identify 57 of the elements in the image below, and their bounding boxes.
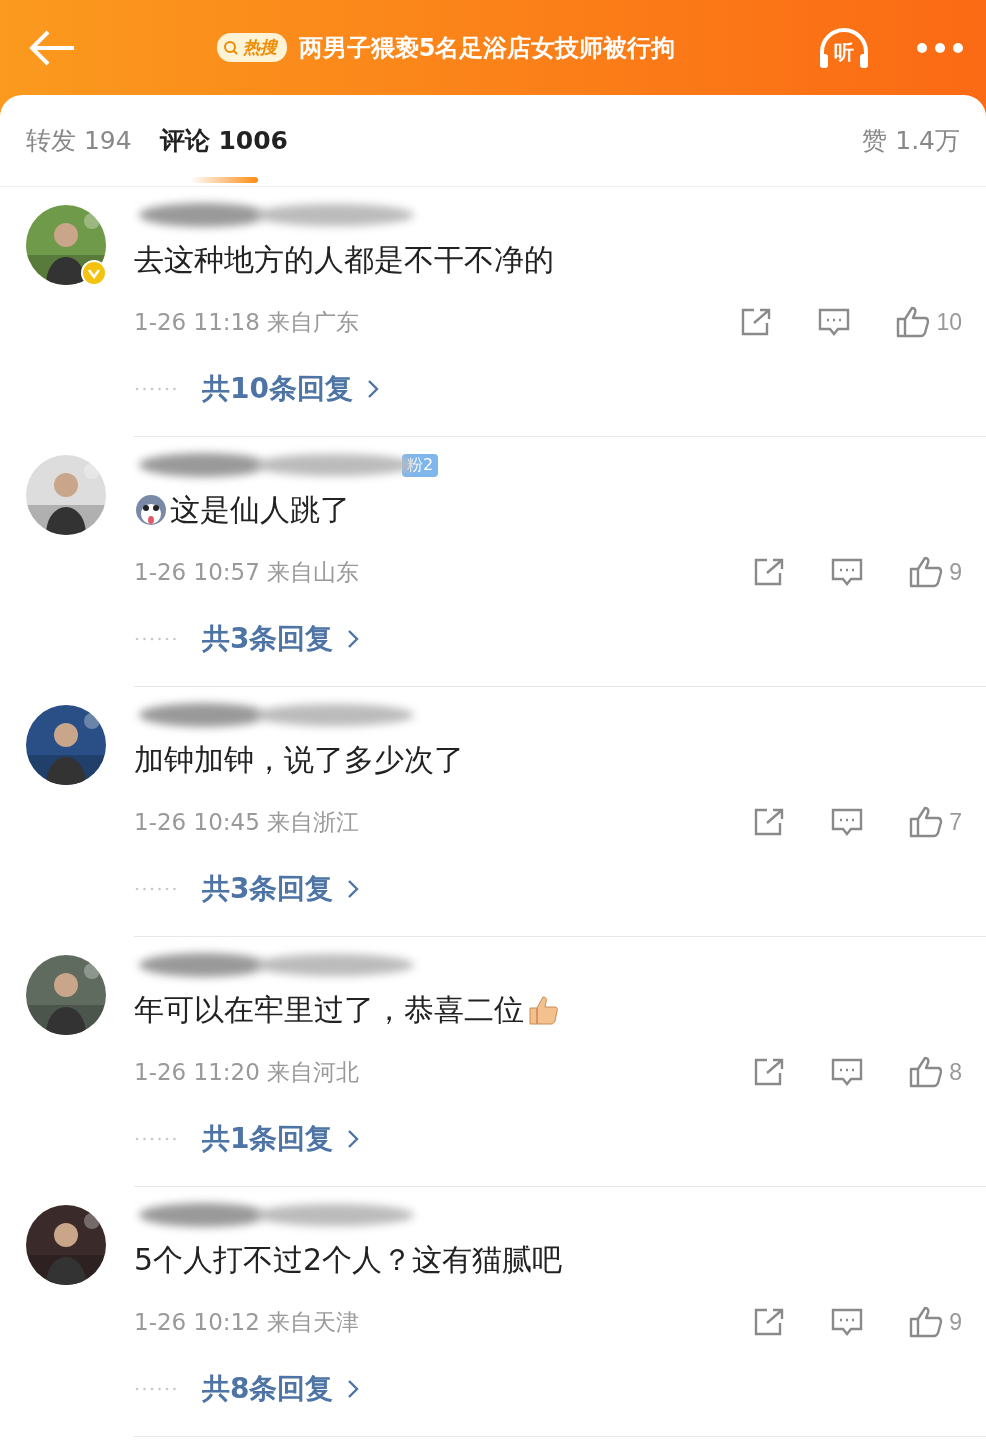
comment-text: 5个人打不过2个人？这有猫腻吧 bbox=[134, 1240, 564, 1279]
more-icon bbox=[916, 41, 964, 54]
share-icon[interactable] bbox=[753, 807, 786, 837]
fan-badge: 粉2 bbox=[402, 453, 439, 477]
share-icon[interactable] bbox=[740, 307, 773, 337]
dotted-line bbox=[134, 1137, 178, 1141]
dotted-line bbox=[134, 887, 178, 891]
share-icon[interactable] bbox=[753, 1057, 786, 1087]
thumbs-up-icon bbox=[909, 1056, 944, 1088]
comment-meta: 1-26 10:45 来自浙江 bbox=[134, 807, 360, 837]
replies-link[interactable]: 共3条回复 bbox=[202, 870, 360, 908]
comment-icon[interactable] bbox=[831, 1057, 864, 1087]
replies-link[interactable]: 共3条回复 bbox=[202, 620, 360, 658]
comment-icon[interactable] bbox=[831, 807, 864, 837]
share-icon[interactable] bbox=[753, 557, 786, 587]
tab[interactable]: 转发 194 bbox=[26, 94, 132, 187]
thumbs-up-icon bbox=[909, 1306, 944, 1338]
topic-title: 两男子猥亵5名足浴店女技师被行拘 bbox=[298, 32, 676, 64]
comment-meta: 1-26 11:18 来自广东 bbox=[134, 307, 360, 337]
likes-count: 赞 1.4万 bbox=[862, 125, 960, 157]
thumbs-up-icon bbox=[909, 806, 944, 838]
dotted-line bbox=[134, 1387, 178, 1391]
tab[interactable]: 评论 1006 bbox=[159, 94, 288, 187]
share-icon[interactable] bbox=[753, 1307, 786, 1337]
chevron-right-icon bbox=[347, 629, 360, 649]
comment-text: 去这种地方的人都是不干不净的 bbox=[134, 240, 555, 279]
like-button[interactable]: 9 bbox=[909, 1306, 962, 1338]
comment-icon[interactable] bbox=[831, 1307, 864, 1337]
thumbs-up-icon bbox=[909, 556, 944, 588]
chevron-right-icon bbox=[347, 879, 360, 899]
comment-meta: 1-26 11:20 来自河北 bbox=[134, 1057, 360, 1087]
replies-link[interactable]: 共1条回复 bbox=[202, 1120, 360, 1158]
replies-link[interactable]: 共10条回复 bbox=[202, 370, 379, 408]
like-button[interactable]: 8 bbox=[909, 1056, 962, 1088]
hot-search-badge[interactable]: 热搜 bbox=[216, 33, 287, 62]
comment-meta: 1-26 10:57 来自山东 bbox=[134, 557, 360, 587]
comment-text: 加钟加钟，说了多少次了 bbox=[134, 740, 465, 779]
dotted-line bbox=[134, 637, 178, 641]
chevron-right-icon bbox=[366, 379, 379, 399]
more-button[interactable] bbox=[916, 41, 964, 54]
comment-text: 这是仙人跳了 bbox=[134, 485, 962, 535]
comment-icon[interactable] bbox=[831, 557, 864, 587]
comment-meta: 1-26 10:12 来自天津 bbox=[134, 1307, 360, 1337]
like-button[interactable]: 9 bbox=[909, 556, 962, 588]
thumbs-up-icon bbox=[896, 306, 931, 338]
comment-icon[interactable] bbox=[818, 307, 851, 337]
back-button[interactable] bbox=[28, 29, 76, 66]
replies-link[interactable]: 共8条回复 bbox=[202, 1370, 360, 1408]
like-button[interactable]: 10 bbox=[896, 306, 962, 338]
comment-text: 年可以在牢里过了，恭喜二位 bbox=[134, 985, 962, 1035]
tab-underline bbox=[189, 176, 258, 183]
like-button[interactable]: 7 bbox=[909, 806, 962, 838]
chevron-right-icon bbox=[347, 1129, 360, 1149]
back-arrow-icon bbox=[28, 29, 76, 66]
dotted-line bbox=[134, 387, 178, 391]
listen-button[interactable]: 听 bbox=[816, 25, 872, 70]
chevron-right-icon bbox=[347, 1379, 360, 1399]
